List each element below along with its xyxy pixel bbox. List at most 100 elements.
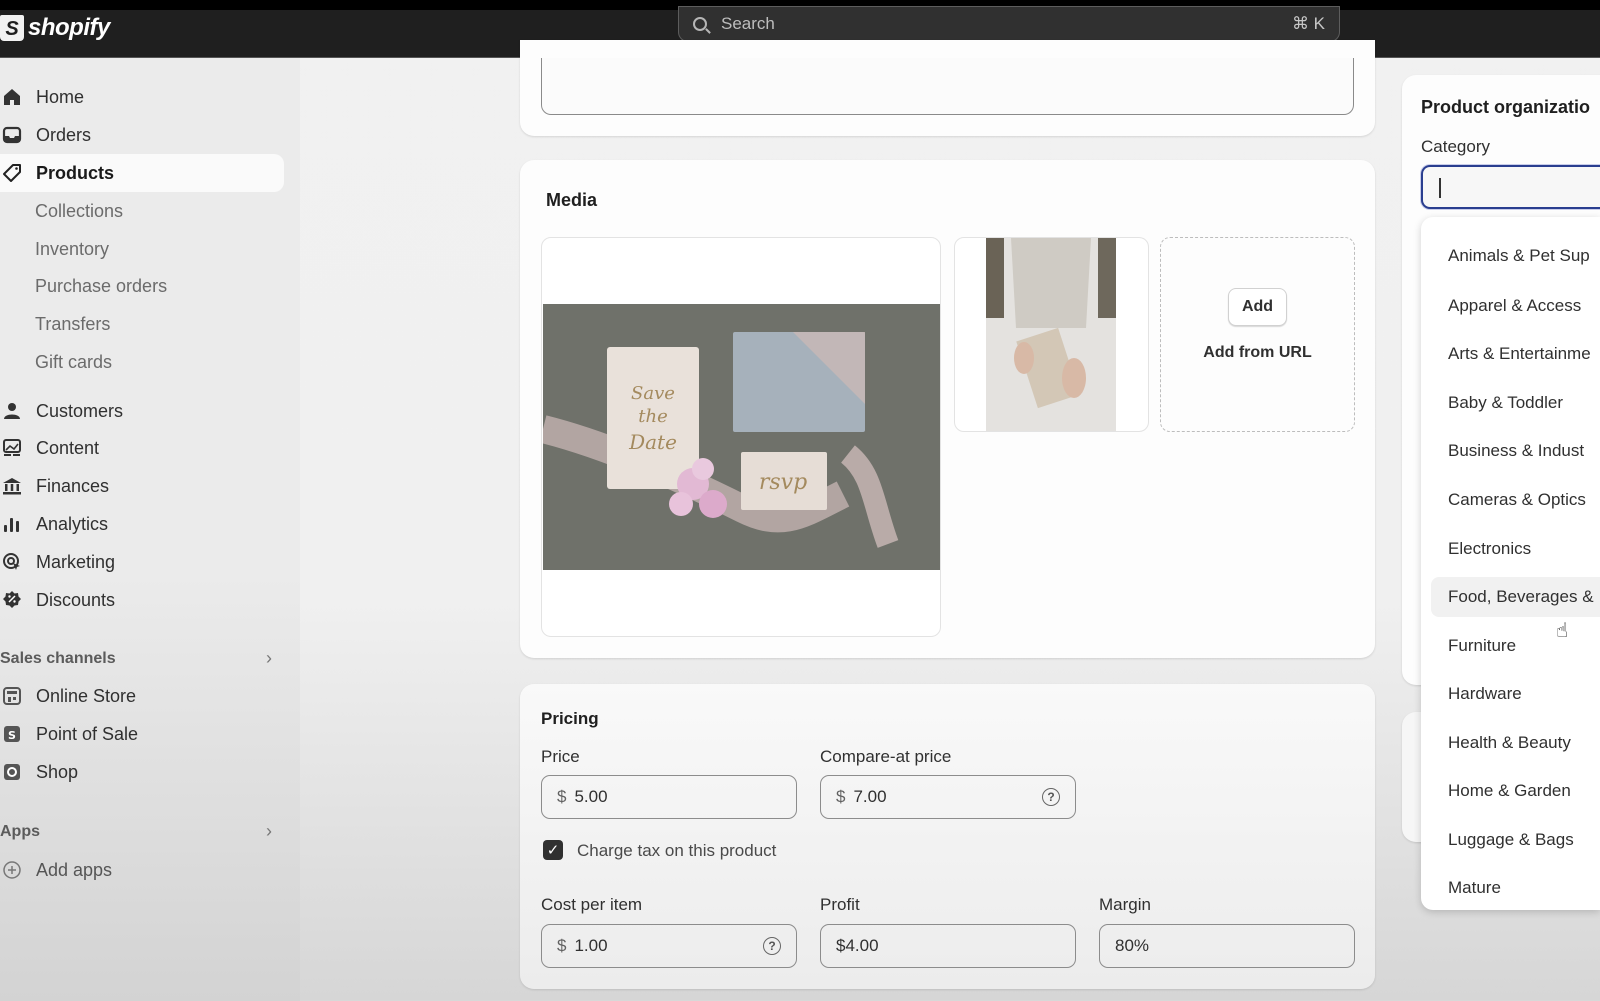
media-item-secondary[interactable] <box>954 237 1149 432</box>
add-media-button[interactable]: Add <box>1227 287 1288 326</box>
category-option[interactable]: Furniture <box>1421 626 1600 666</box>
sidebar-subitem-collections[interactable]: Collections <box>35 192 123 230</box>
sales-channels-header[interactable]: Sales channels › <box>0 648 272 669</box>
sidebar-item-finances[interactable]: Finances <box>0 467 284 505</box>
sidebar-item-label: Customers <box>36 400 124 421</box>
svg-text:rsvp: rsvp <box>759 470 807 495</box>
category-dropdown: Animals & Pet Sup Apparel & Access Arts … <box>1421 217 1600 910</box>
category-option[interactable]: Arts & Entertainme <box>1421 334 1600 374</box>
store-icon <box>2 686 22 706</box>
apps-label: Apps <box>0 822 40 840</box>
charge-tax-checkbox[interactable]: ✓ <box>543 840 563 860</box>
sidebar-subitem-purchase-orders[interactable]: Purchase orders <box>35 267 167 305</box>
price-value: 5.00 <box>574 787 608 806</box>
category-option[interactable]: Cameras & Optics <box>1421 480 1600 520</box>
inbox-icon <box>2 125 22 145</box>
cost-currency: $ <box>557 936 567 955</box>
category-option[interactable]: Luggage & Bags <box>1421 820 1600 860</box>
sidebar-item-label: Products <box>36 162 115 183</box>
sidebar-item-label: Analytics <box>36 513 109 534</box>
apps-header[interactable]: Apps › <box>0 821 272 842</box>
sidebar-item-online-store[interactable]: Online Store <box>0 677 284 715</box>
category-option[interactable]: Baby & Toddler <box>1421 383 1600 423</box>
search-input[interactable]: Search ⌘ K <box>678 6 1340 42</box>
sidebar-item-analytics[interactable]: Analytics <box>0 505 284 543</box>
media-dropzone[interactable]: Add Add from URL <box>1160 237 1355 432</box>
bank-icon <box>2 476 22 496</box>
price-input[interactable]: $ 5.00 <box>541 775 797 819</box>
category-label: Category <box>1421 137 1490 156</box>
sidebar-item-label: Content <box>36 437 100 458</box>
tag-icon <box>2 163 22 183</box>
help-icon[interactable]: ? <box>763 937 781 955</box>
compare-currency: $ <box>836 787 846 806</box>
charge-tax-label[interactable]: Charge tax on this product <box>577 841 776 861</box>
target-icon <box>2 552 22 572</box>
media-item-primary[interactable]: Save the Date rsvp <box>541 237 941 637</box>
media-title: Media <box>546 190 598 210</box>
home-icon <box>2 87 22 107</box>
sidebar-item-label: Add apps <box>36 859 113 880</box>
sidebar-item-products[interactable]: Products <box>0 154 284 192</box>
sidebar-item-marketing[interactable]: Marketing <box>0 543 284 581</box>
category-option[interactable]: Electronics <box>1421 529 1600 569</box>
sidebar-item-customers[interactable]: Customers <box>0 392 284 430</box>
price-label: Price <box>541 747 580 766</box>
cost-per-item-input[interactable]: $ 1.00 ? <box>541 924 797 968</box>
product-organization-title: Product organizatio <box>1421 97 1591 117</box>
sidebar-item-label: Online Store <box>36 685 137 706</box>
person-icon <box>2 401 22 421</box>
category-option[interactable]: Animals & Pet Sup <box>1421 236 1600 276</box>
category-option[interactable]: Apparel & Access <box>1421 286 1600 326</box>
sidebar-item-shop[interactable]: Shop <box>0 753 284 791</box>
svg-text:Date: Date <box>628 430 677 454</box>
sidebar-item-home[interactable]: Home <box>0 78 284 116</box>
description-editor[interactable] <box>541 58 1354 115</box>
sidebar-subitem-gift-cards[interactable]: Gift cards <box>35 343 112 381</box>
profit-field: $4.00 <box>820 924 1076 968</box>
help-icon[interactable]: ? <box>1042 788 1060 806</box>
sidebar-item-label: Marketing <box>36 551 116 572</box>
pricing-title: Pricing <box>541 709 599 728</box>
category-option[interactable]: Home & Garden <box>1421 771 1600 811</box>
svg-text:the: the <box>638 406 667 427</box>
category-option[interactable]: Health & Beauty <box>1421 723 1600 763</box>
sidebar-subitem-transfers[interactable]: Transfers <box>35 305 110 343</box>
compare-value: 7.00 <box>853 787 887 806</box>
cost-per-item-label: Cost per item <box>541 895 643 914</box>
text-caret <box>1439 178 1441 198</box>
category-option[interactable]: Hardware <box>1421 674 1600 714</box>
cost-value: 1.00 <box>574 936 608 955</box>
product-image-save-the-date: Save the Date rsvp <box>543 304 940 570</box>
sales-channels-label: Sales channels <box>0 649 116 667</box>
category-option[interactable]: Business & Indust <box>1421 431 1600 471</box>
sidebar-item-add-apps[interactable]: Add apps <box>0 851 284 889</box>
sidebar-item-discounts[interactable]: Discounts <box>0 581 284 619</box>
pricing-card: Pricing Price $ 5.00 Compare-at price $ … <box>520 684 1375 989</box>
category-input[interactable] <box>1421 165 1600 209</box>
shopify-logo[interactable]: S shopify <box>0 10 110 46</box>
sidebar: Home Orders Products Collections Invento… <box>0 58 300 1001</box>
category-option[interactable]: Mature <box>1421 868 1600 908</box>
sidebar-item-content[interactable]: Content <box>0 429 284 467</box>
price-currency: $ <box>557 787 567 806</box>
chevron-right-icon: › <box>266 821 272 841</box>
description-card <box>520 40 1375 136</box>
product-image-bride-card <box>986 238 1116 431</box>
sidebar-item-point-of-sale[interactable]: S Point of Sale <box>0 715 284 753</box>
category-option-hovered[interactable]: Food, Beverages & <box>1431 577 1600 617</box>
sidebar-subitem-inventory[interactable]: Inventory <box>35 230 109 268</box>
shop-icon <box>2 762 22 782</box>
add-from-url-link[interactable]: Add from URL <box>1203 344 1311 362</box>
image-icon <box>2 438 22 458</box>
svg-text:S: S <box>8 729 16 742</box>
search-shortcut: ⌘ K <box>1291 14 1325 33</box>
compare-at-price-label: Compare-at price <box>820 747 952 766</box>
shopify-bag-icon: S <box>0 15 24 41</box>
sidebar-item-label: Finances <box>36 475 110 496</box>
compare-at-price-input[interactable]: $ 7.00 ? <box>820 775 1076 819</box>
sidebar-item-orders[interactable]: Orders <box>0 116 284 154</box>
sidebar-item-label: Point of Sale <box>36 723 139 744</box>
sidebar-item-label: Orders <box>36 124 92 145</box>
sidebar-item-label: Discounts <box>36 589 116 610</box>
